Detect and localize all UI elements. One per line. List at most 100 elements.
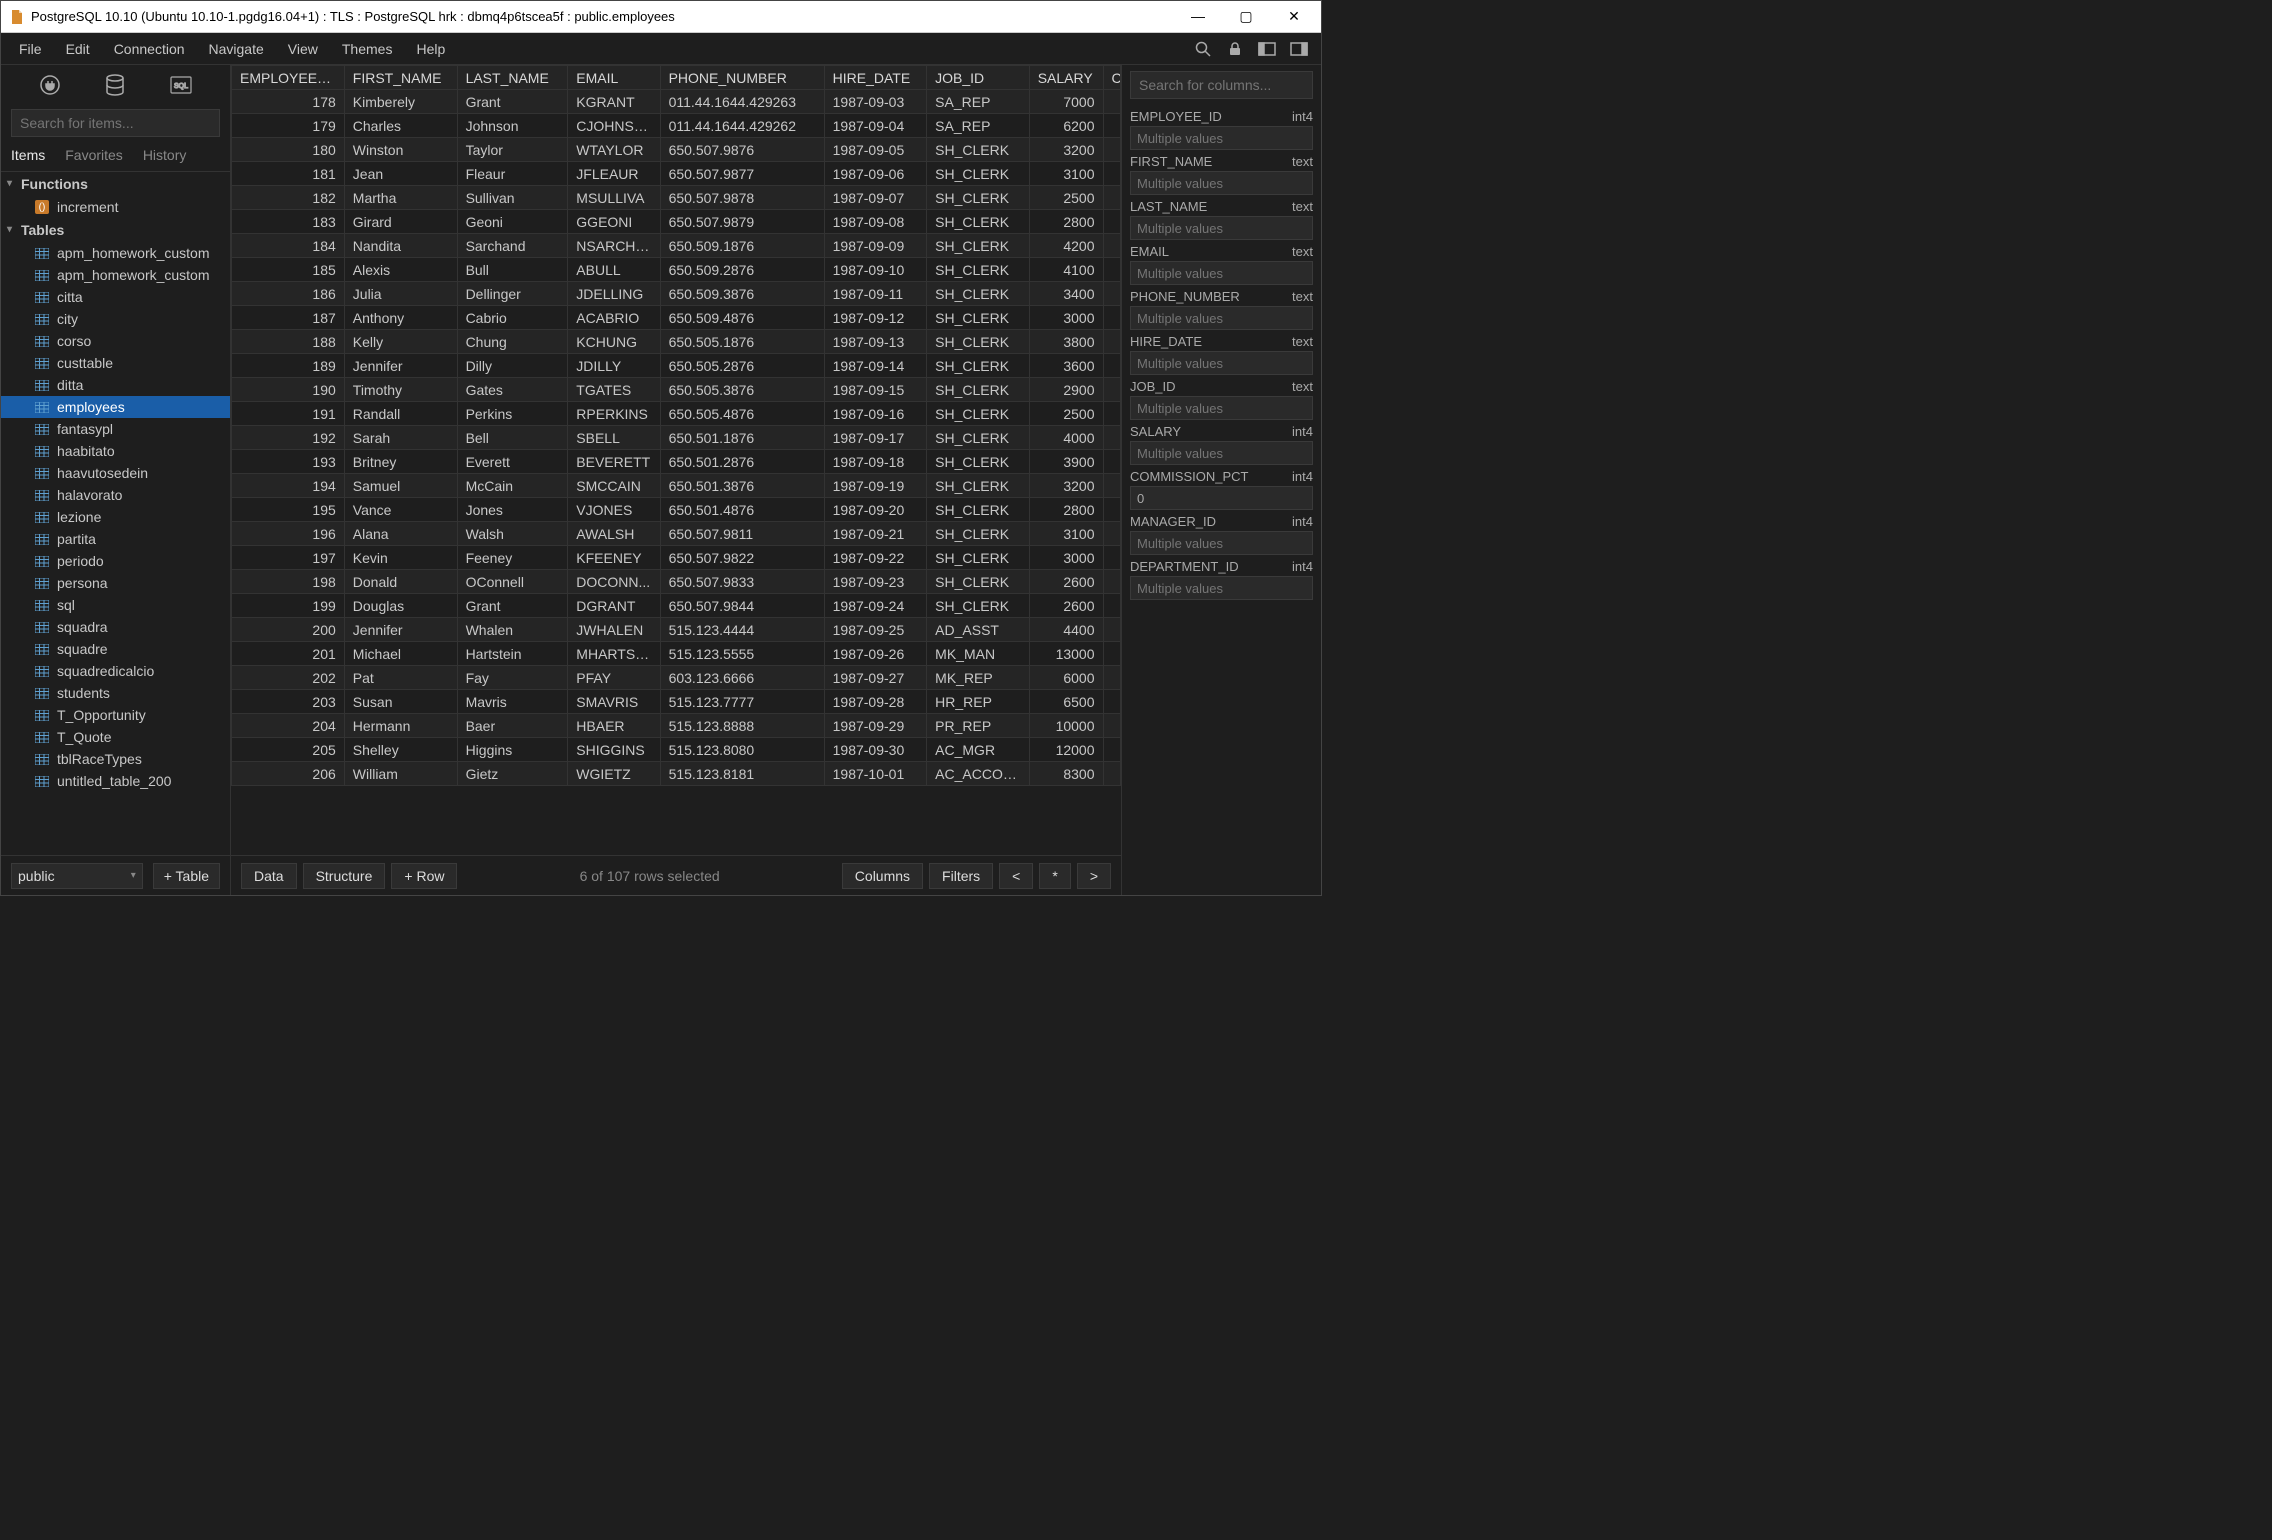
cell[interactable]: SH_CLERK	[927, 426, 1030, 450]
schema-select[interactable]: public▾	[11, 863, 143, 889]
cell[interactable]: 650.505.1876	[660, 330, 824, 354]
table-row[interactable]: 197KevinFeeneyKFEENEY650.507.98221987-09…	[232, 546, 1121, 570]
cell[interactable]: 202	[232, 666, 345, 690]
tree-table[interactable]: apm_homework_custom	[1, 264, 230, 286]
cell[interactable]: SMCCAIN	[568, 474, 660, 498]
cell[interactable]: 4400	[1029, 618, 1103, 642]
cell[interactable]: Michael	[344, 642, 457, 666]
cell[interactable]: 650.507.9879	[660, 210, 824, 234]
cell[interactable]: 650.509.4876	[660, 306, 824, 330]
column-header[interactable]: C	[1103, 66, 1121, 90]
tree-table[interactable]: squadra	[1, 616, 230, 638]
tree-table[interactable]: untitled_table_200	[1, 770, 230, 792]
cell[interactable]: Kelly	[344, 330, 457, 354]
field-input[interactable]	[1130, 351, 1313, 375]
cell[interactable]: BEVERETT	[568, 450, 660, 474]
tree-table[interactable]: custtable	[1, 352, 230, 374]
cell[interactable]: JFLEAUR	[568, 162, 660, 186]
cell[interactable]: 1987-09-12	[824, 306, 927, 330]
cell[interactable]: AWALSH	[568, 522, 660, 546]
cell[interactable]: 1987-09-29	[824, 714, 927, 738]
column-header[interactable]: PHONE_NUMBER	[660, 66, 824, 90]
panel-right-icon[interactable]	[1287, 37, 1311, 61]
cell[interactable]: 1987-09-08	[824, 210, 927, 234]
cell[interactable]: GGEONI	[568, 210, 660, 234]
cell[interactable]: 193	[232, 450, 345, 474]
cell[interactable]: Douglas	[344, 594, 457, 618]
cell[interactable]: JDILLY	[568, 354, 660, 378]
cell[interactable]: 1987-09-30	[824, 738, 927, 762]
cell[interactable]: SH_CLERK	[927, 234, 1030, 258]
cell[interactable]: DGRANT	[568, 594, 660, 618]
cell[interactable]: 1987-09-07	[824, 186, 927, 210]
cell[interactable]: 194	[232, 474, 345, 498]
field-input[interactable]	[1130, 576, 1313, 600]
cell[interactable]: Gates	[457, 378, 568, 402]
table-row[interactable]: 191RandallPerkinsRPERKINS650.505.4876198…	[232, 402, 1121, 426]
cell[interactable]: Sarah	[344, 426, 457, 450]
cell[interactable]: Dilly	[457, 354, 568, 378]
cell[interactable]: Everett	[457, 450, 568, 474]
cell[interactable]: 650.507.9878	[660, 186, 824, 210]
cell[interactable]: HBAER	[568, 714, 660, 738]
cell[interactable]: Higgins	[457, 738, 568, 762]
cell[interactable]: 10000	[1029, 714, 1103, 738]
cell[interactable]: 1987-09-10	[824, 258, 927, 282]
cell[interactable]: OConnell	[457, 570, 568, 594]
column-header[interactable]: HIRE_DATE	[824, 66, 927, 90]
cell[interactable]: Cabrio	[457, 306, 568, 330]
structure-button[interactable]: Structure	[303, 863, 386, 889]
cell[interactable]: 205	[232, 738, 345, 762]
cell[interactable]: 191	[232, 402, 345, 426]
cell[interactable]: Chung	[457, 330, 568, 354]
tree-table[interactable]: ditta	[1, 374, 230, 396]
cell[interactable]: 206	[232, 762, 345, 786]
cell[interactable]: 1987-09-14	[824, 354, 927, 378]
table-row[interactable]: 200JenniferWhalenJWHALEN515.123.44441987…	[232, 618, 1121, 642]
field-input[interactable]	[1130, 171, 1313, 195]
table-row[interactable]: 183GirardGeoniGGEONI650.507.98791987-09-…	[232, 210, 1121, 234]
data-button[interactable]: Data	[241, 863, 297, 889]
cell[interactable]: Mavris	[457, 690, 568, 714]
field-input[interactable]	[1130, 261, 1313, 285]
tree-table[interactable]: employees	[1, 396, 230, 418]
menu-file[interactable]: File	[7, 35, 54, 63]
table-row[interactable]: 184NanditaSarchandNSARCHA...650.509.1876…	[232, 234, 1121, 258]
cell[interactable]: 515.123.5555	[660, 642, 824, 666]
cell[interactable]: 650.505.3876	[660, 378, 824, 402]
sidebar-tab-items[interactable]: Items	[11, 147, 45, 167]
tree-table[interactable]: sql	[1, 594, 230, 616]
search-icon[interactable]	[1191, 37, 1215, 61]
cell[interactable]: 3000	[1029, 306, 1103, 330]
cell[interactable]: Shelley	[344, 738, 457, 762]
cell[interactable]: 650.505.2876	[660, 354, 824, 378]
cell[interactable]: Jean	[344, 162, 457, 186]
plug-icon[interactable]	[37, 72, 63, 98]
cell[interactable]: 204	[232, 714, 345, 738]
cell[interactable]: 650.501.2876	[660, 450, 824, 474]
cell[interactable]: 603.123.6666	[660, 666, 824, 690]
cell[interactable]: MHARTSTE	[568, 642, 660, 666]
cell[interactable]: 180	[232, 138, 345, 162]
table-row[interactable]: 196AlanaWalshAWALSH650.507.98111987-09-2…	[232, 522, 1121, 546]
cell[interactable]: Jones	[457, 498, 568, 522]
cell[interactable]: 1987-09-06	[824, 162, 927, 186]
cell[interactable]: PFAY	[568, 666, 660, 690]
cell[interactable]: McCain	[457, 474, 568, 498]
cell[interactable]: 2600	[1029, 570, 1103, 594]
cell[interactable]: 185	[232, 258, 345, 282]
columns-button[interactable]: Columns	[842, 863, 923, 889]
tree-table[interactable]: citta	[1, 286, 230, 308]
cell[interactable]: 650.501.4876	[660, 498, 824, 522]
nav-next-button[interactable]: >	[1077, 863, 1111, 889]
cell[interactable]: 6500	[1029, 690, 1103, 714]
cell[interactable]: 011.44.1644.429262	[660, 114, 824, 138]
sidebar-tab-history[interactable]: History	[143, 147, 187, 167]
cell[interactable]: 1987-09-16	[824, 402, 927, 426]
table-row[interactable]: 194SamuelMcCainSMCCAIN650.501.38761987-0…	[232, 474, 1121, 498]
cell[interactable]: Dellinger	[457, 282, 568, 306]
cell[interactable]: Randall	[344, 402, 457, 426]
cell[interactable]: SH_CLERK	[927, 450, 1030, 474]
cell[interactable]: Kimberely	[344, 90, 457, 114]
cell[interactable]: Hermann	[344, 714, 457, 738]
